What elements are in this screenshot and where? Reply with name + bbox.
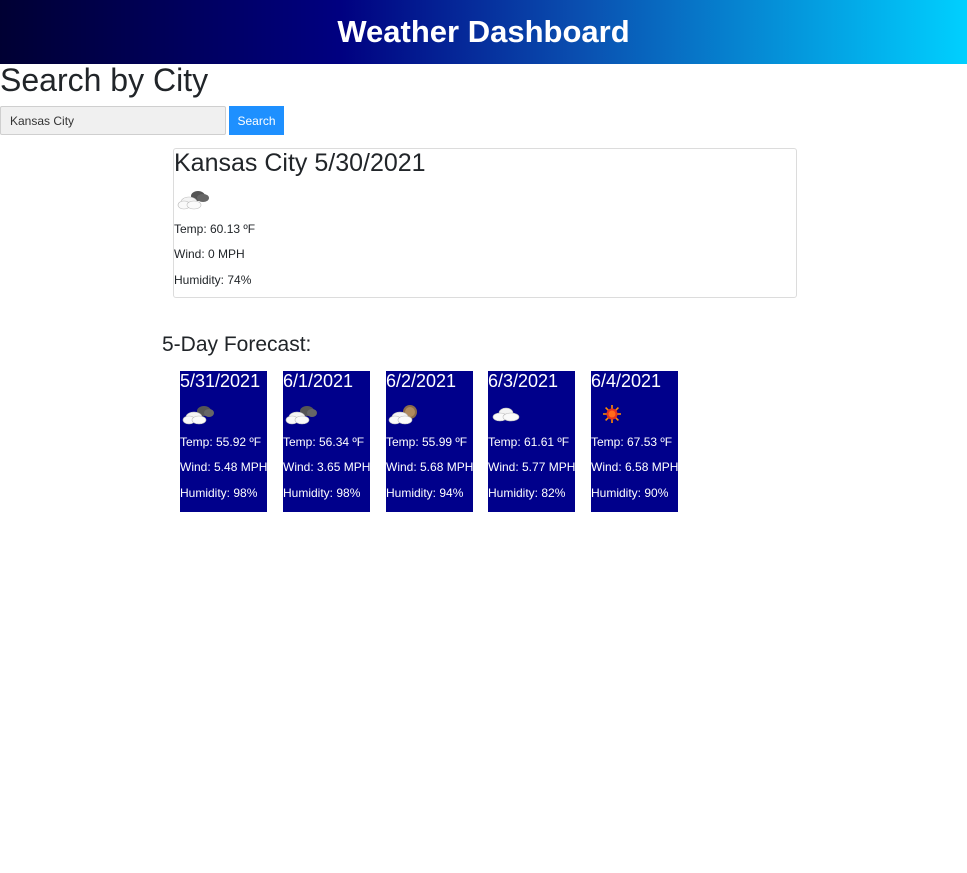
broken-clouds-icon: [177, 191, 209, 210]
forecast-humidity: Humidity: 98%: [283, 486, 361, 500]
forecast-date: 6/1/2021: [283, 371, 354, 391]
city-search-input[interactable]: [0, 106, 226, 135]
forecast-temp: Temp: 61.61 ºF: [488, 435, 570, 449]
current-weather-title: Kansas City 5/30/2021: [174, 149, 426, 178]
forecast-temp: Temp: 56.34 ºF: [283, 435, 365, 449]
forecast-card: 6/1/2021 Temp: 56.34 ºF Wind: 3.65 MPH H…: [283, 371, 370, 512]
forecast-card: 6/2/2021 Temp: 55.99 ºF Wind: 5.68 MPH H…: [386, 371, 473, 512]
forecast-card: 6/3/2021 Temp: 61.61 ºF Wind: 5.77 MPH H…: [488, 371, 575, 512]
current-date: 5/30/2021: [314, 149, 426, 177]
forecast-wind: Wind: 5.77 MPH: [488, 460, 576, 474]
forecast-wind: Wind: 5.48 MPH: [180, 460, 268, 474]
broken-clouds-icon: [182, 406, 214, 425]
forecast-date: 6/2/2021: [386, 371, 457, 391]
forecast-date: 5/31/2021: [180, 371, 261, 391]
cloud-icon: [492, 407, 520, 422]
current-weather-card: Kansas City 5/30/2021 Temp: 60.13 ºF Win…: [173, 148, 797, 298]
forecast-humidity: Humidity: 98%: [180, 486, 258, 500]
forecast-temp: Temp: 55.92 ºF: [180, 435, 262, 449]
forecast-humidity: Humidity: 82%: [488, 486, 566, 500]
current-wind: Wind: 0 MPH: [174, 247, 245, 261]
search-heading: Search by City: [0, 62, 209, 98]
page-title: Weather Dashboard: [337, 14, 630, 49]
forecast-date: 6/3/2021: [488, 371, 559, 391]
forecast-heading: 5-Day Forecast:: [162, 333, 312, 356]
current-humidity: Humidity: 74%: [174, 273, 252, 287]
current-temp: Temp: 60.13 ºF: [174, 222, 256, 236]
forecast-wind: Wind: 5.68 MPH: [386, 460, 474, 474]
forecast-temp: Temp: 55.99 ºF: [386, 435, 468, 449]
forecast-humidity: Humidity: 94%: [386, 486, 464, 500]
current-city: Kansas City: [174, 149, 308, 177]
page-header: Weather Dashboard: [0, 0, 967, 64]
forecast-card: 6/4/2021 Temp: 67.53 ºF Wind: 6.58 MPH H…: [591, 371, 678, 512]
forecast-temp: Temp: 67.53 ºF: [591, 435, 673, 449]
forecast-wind: Wind: 3.65 MPH: [283, 460, 371, 474]
sun-icon: [603, 405, 621, 423]
partly-cloudy-icon: [388, 405, 417, 425]
forecast-date: 6/4/2021: [591, 371, 662, 391]
broken-clouds-icon: [285, 406, 317, 425]
forecast-card: 5/31/2021 Temp: 55.92 ºF Wind: 5.48 MPH …: [180, 371, 267, 512]
forecast-humidity: Humidity: 90%: [591, 486, 669, 500]
forecast-wind: Wind: 6.58 MPH: [591, 460, 679, 474]
search-button[interactable]: Search: [229, 106, 284, 135]
